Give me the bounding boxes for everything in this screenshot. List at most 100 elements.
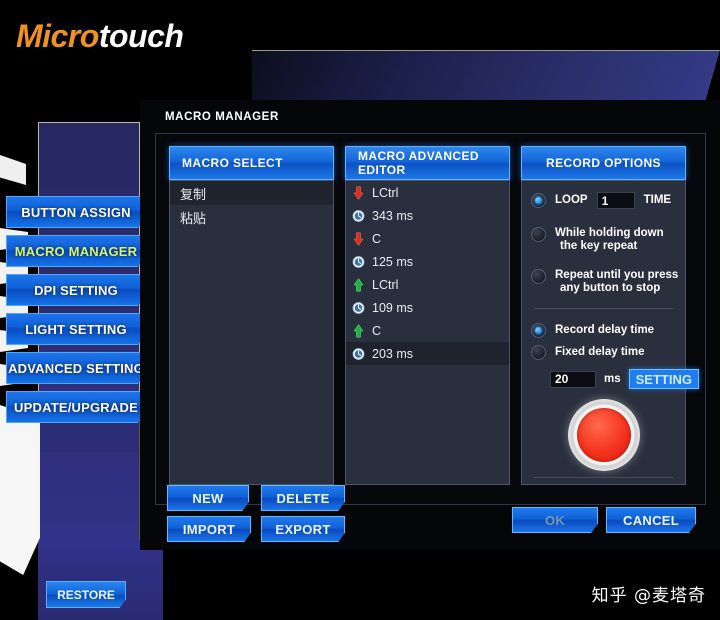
- macro-step-label: C: [372, 231, 382, 246]
- sidebar-item-button-assign[interactable]: BUTTON ASSIGN: [6, 196, 146, 228]
- until-press-option-row[interactable]: Repeat until you press any button to sto…: [531, 269, 678, 295]
- export-button[interactable]: EXPORT: [261, 516, 345, 542]
- loop-radio[interactable]: [531, 193, 546, 208]
- loop-count-value: 1: [601, 193, 609, 208]
- loop-count-input[interactable]: 1: [596, 192, 635, 209]
- macro-select-panel: 复制 粘贴: [169, 180, 334, 485]
- record-options-header-label: RECORD OPTIONS: [546, 156, 661, 170]
- key-up-icon: [353, 323, 364, 337]
- key-up-icon: [353, 277, 364, 291]
- macro-step-label: 125 ms: [372, 254, 413, 269]
- ok-button[interactable]: OK: [512, 507, 598, 533]
- macro-step-row[interactable]: LCtrl: [346, 181, 509, 204]
- fixed-delay-radio[interactable]: [531, 345, 546, 360]
- macro-step-row[interactable]: C: [346, 227, 509, 250]
- sidebar-item-label: MACRO MANAGER: [14, 243, 138, 259]
- key-down-icon: [353, 232, 364, 246]
- new-button[interactable]: NEW: [167, 485, 249, 511]
- clock-icon: [352, 301, 365, 314]
- macro-step-label: 203 ms: [372, 346, 413, 361]
- loop-prefix-label: LOOP: [555, 194, 588, 206]
- macro-step-label: 109 ms: [372, 300, 413, 315]
- loop-suffix-label: TIME: [643, 194, 672, 206]
- delay-setting-row: 20 ms SETTING: [550, 369, 699, 389]
- export-button-label: EXPORT: [275, 521, 331, 537]
- restore-backdrop: [38, 540, 163, 620]
- cancel-button-label: CANCEL: [623, 512, 679, 528]
- divider-top: [534, 308, 673, 309]
- brand-logo-part1: Micro: [16, 18, 99, 54]
- ok-button-label: OK: [544, 512, 566, 528]
- until-press-radio[interactable]: [531, 269, 546, 284]
- macro-name: 粘贴: [180, 210, 207, 226]
- macro-name: 复制: [180, 186, 207, 202]
- brand-logo: Microtouch: [16, 18, 184, 55]
- until-press-label-line2: any button to stop: [560, 282, 661, 294]
- macro-step-row[interactable]: 109 ms: [346, 296, 509, 319]
- until-press-label-line1: Repeat until you press: [555, 269, 679, 281]
- macro-editor-header-label: MACRO ADVANCED EDITOR: [358, 149, 479, 177]
- delete-button-label: DELETE: [276, 490, 330, 506]
- clock-icon: [352, 347, 365, 360]
- divider-bottom: [534, 477, 673, 478]
- macro-step-label: LCtrl: [372, 277, 399, 292]
- brand-logo-part2: touch: [98, 18, 184, 54]
- key-down-icon: [353, 186, 364, 200]
- sidebar-item-label: ADVANCED SETTING: [8, 360, 144, 376]
- list-item[interactable]: 复制: [170, 181, 333, 205]
- wing-decoration-large: [0, 405, 40, 575]
- macro-select-header: MACRO SELECT: [169, 146, 334, 180]
- cancel-button[interactable]: CANCEL: [606, 507, 696, 533]
- hold-repeat-label-line2: the key repeat: [560, 240, 638, 252]
- record-delay-option-row[interactable]: Record delay time: [531, 323, 654, 338]
- fixed-delay-option-row[interactable]: Fixed delay time: [531, 345, 644, 360]
- import-button[interactable]: IMPORT: [167, 516, 251, 542]
- sidebar-item-label: DPI SETTING: [34, 282, 118, 298]
- restore-button[interactable]: RESTORE: [46, 581, 126, 608]
- sidebar-item-macro-manager[interactable]: MACRO MANAGER: [6, 235, 146, 267]
- macro-step-row[interactable]: 125 ms: [346, 250, 509, 273]
- sidebar-item-dpi-setting[interactable]: DPI SETTING: [6, 274, 146, 306]
- record-delay-label: Record delay time: [555, 324, 655, 336]
- delay-unit-label: ms: [604, 372, 621, 385]
- macro-step-label: LCtrl: [372, 185, 399, 200]
- list-item[interactable]: 粘贴: [170, 205, 333, 229]
- macro-step-row[interactable]: 203 ms: [346, 342, 509, 365]
- setting-button[interactable]: SETTING: [628, 369, 699, 389]
- macro-step-row[interactable]: C: [346, 319, 509, 342]
- record-options-panel: LOOP 1 TIME While holding down the key r…: [521, 180, 699, 485]
- restore-button-label: RESTORE: [57, 587, 115, 602]
- hold-repeat-radio[interactable]: [531, 227, 546, 242]
- macro-select-header-label: MACRO SELECT: [182, 156, 283, 170]
- macro-editor-header: MACRO ADVANCED EDITOR: [345, 146, 510, 180]
- delete-button[interactable]: DELETE: [261, 485, 345, 511]
- delay-value: 20: [555, 372, 569, 386]
- macro-select-list[interactable]: 复制 粘贴: [170, 181, 333, 484]
- hold-repeat-option-row[interactable]: While holding down the key repeat: [531, 227, 664, 253]
- record-delay-radio[interactable]: [531, 323, 546, 338]
- sidebar-item-light-setting[interactable]: LIGHT SETTING: [6, 313, 146, 345]
- macro-editor-panel: LCtrl 343 ms C 125 ms LCtrl 109 ms C 203…: [345, 180, 510, 485]
- sidebar-item-label: LIGHT SETTING: [25, 321, 127, 337]
- page-title: MACRO MANAGER: [165, 111, 279, 123]
- clock-icon: [352, 255, 365, 268]
- app-root: Microtouch BUTTON ASSIGN MACRO MANAGER D…: [0, 0, 720, 620]
- record-button[interactable]: [567, 399, 640, 471]
- sidebar-item-label: BUTTON ASSIGN: [21, 204, 131, 220]
- delay-value-input[interactable]: 20: [550, 370, 596, 388]
- macro-step-label: 343 ms: [372, 208, 413, 223]
- setting-button-label: SETTING: [635, 371, 692, 387]
- macro-editor-list[interactable]: LCtrl 343 ms C 125 ms LCtrl 109 ms C 203…: [346, 181, 509, 484]
- macro-step-row[interactable]: 343 ms: [346, 204, 509, 227]
- record-options-header: RECORD OPTIONS: [521, 146, 686, 180]
- watermark: 知乎 @麦塔奇: [591, 586, 706, 606]
- hold-repeat-label-line1: While holding down: [555, 227, 664, 239]
- loop-option-row[interactable]: LOOP 1 TIME: [531, 192, 671, 209]
- sidebar-item-advanced-setting[interactable]: ADVANCED SETTING: [6, 352, 146, 384]
- macro-step-row[interactable]: LCtrl: [346, 273, 509, 296]
- sidebar-item-update-upgrade[interactable]: UPDATE/UPGRADE: [6, 391, 146, 423]
- new-button-label: NEW: [192, 490, 224, 506]
- macro-step-label: C: [372, 323, 382, 338]
- clock-icon: [352, 209, 365, 222]
- fixed-delay-label: Fixed delay time: [555, 346, 645, 358]
